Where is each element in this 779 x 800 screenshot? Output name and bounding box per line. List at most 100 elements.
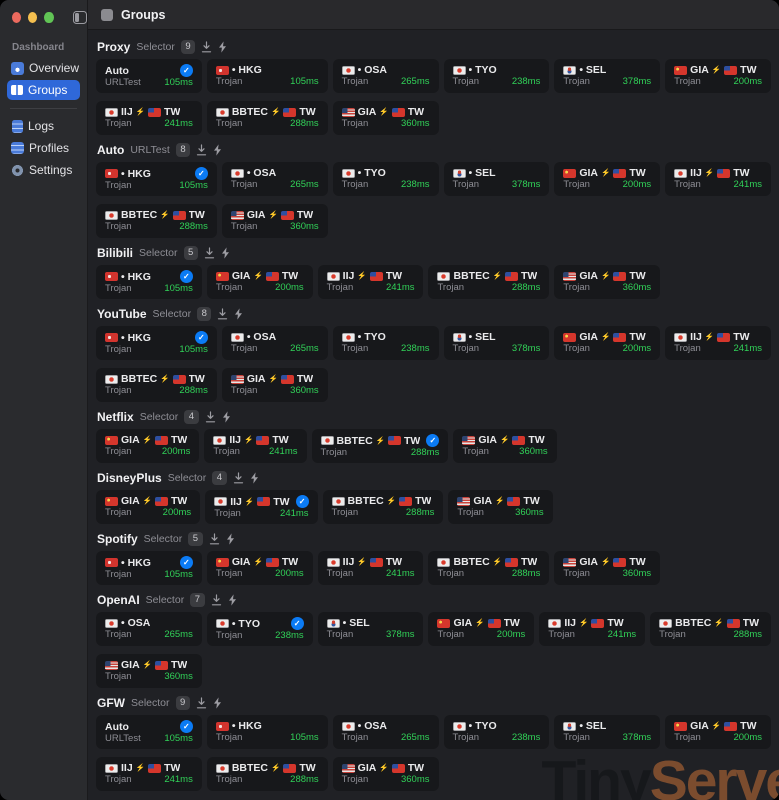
proxy-card[interactable]: • TYOTrojan238ms [333, 326, 439, 360]
proxy-card[interactable]: • HKGTrojan105ms [207, 715, 328, 749]
proxy-card[interactable]: BBTEC⚡TWTrojan288ms [207, 101, 328, 135]
sidebar-item-groups[interactable]: Groups [7, 80, 80, 100]
zoom-button[interactable] [44, 12, 53, 23]
latency-test-button[interactable] [217, 308, 228, 320]
proxy-card[interactable]: BBTEC⚡TWTrojan288ms [207, 757, 328, 791]
proxy-card[interactable]: IIJ⚡TWTrojan241ms [318, 551, 424, 585]
speed-test-button[interactable] [213, 697, 222, 709]
proxy-card[interactable]: • SELTrojan378ms [318, 612, 424, 646]
proxy-card[interactable]: IIJ⚡TWTrojan241ms [96, 757, 202, 791]
proxy-card[interactable]: GIA⚡TWTrojan360ms [222, 368, 328, 402]
speed-test-button[interactable] [218, 41, 227, 53]
proxy-card[interactable]: • TYOTrojan238ms [444, 715, 550, 749]
proxy-card[interactable]: GIA⚡TWTrojan360ms [554, 551, 660, 585]
proxy-card[interactable]: IIJ⚡TWTrojan241ms [539, 612, 645, 646]
sidebar-item-profiles[interactable]: Profiles [7, 138, 80, 158]
node-protocol: Trojan [321, 447, 348, 458]
proxy-card[interactable]: • HKGTrojan105ms [207, 59, 328, 93]
node-latency: 288ms [290, 118, 319, 129]
speed-test-button[interactable] [250, 472, 259, 484]
proxy-card[interactable]: Auto✓URLTest105ms [96, 59, 202, 93]
proxy-card[interactable]: GIA⚡TWTrojan360ms [96, 654, 202, 688]
proxy-card[interactable]: GIA⚡TWTrojan200ms [428, 612, 534, 646]
sidebar-item-logs[interactable]: Logs [7, 116, 80, 136]
speed-test-button[interactable] [213, 144, 222, 156]
proxy-card[interactable]: BBTEC⚡TWTrojan288ms [428, 551, 549, 585]
minimize-button[interactable] [28, 12, 37, 23]
proxy-card[interactable]: • HKG✓Trojan105ms [96, 265, 202, 299]
node-name: BBTEC [232, 762, 268, 774]
proxy-card[interactable]: GIA⚡TWTrojan200ms [554, 162, 660, 196]
latency-test-button[interactable] [196, 144, 207, 156]
proxy-card[interactable]: GIA⚡TWTrojan360ms [448, 490, 552, 524]
proxy-card[interactable]: • HKG✓Trojan105ms [96, 326, 217, 360]
sidebar-item-settings[interactable]: Settings [7, 160, 80, 180]
sidebar-item-overview[interactable]: Overview [7, 58, 80, 78]
proxy-card[interactable]: • OSATrojan265ms [222, 162, 328, 196]
node-protocol: Trojan [437, 282, 464, 293]
proxy-card[interactable]: IIJ⚡TW✓Trojan241ms [205, 490, 317, 524]
proxy-card[interactable]: GIA⚡TWTrojan200ms [96, 490, 200, 524]
latency-test-button[interactable] [211, 594, 222, 606]
proxy-card[interactable]: GIA⚡TWTrojan200ms [207, 551, 313, 585]
proxy-card[interactable]: GIA⚡TWTrojan360ms [222, 204, 328, 238]
proxy-card[interactable]: • OSATrojan265ms [96, 612, 202, 646]
proxy-card[interactable]: • SELTrojan378ms [444, 326, 550, 360]
proxy-card[interactable]: IIJ⚡TWTrojan241ms [665, 162, 771, 196]
speed-test-button[interactable] [221, 247, 230, 259]
proxy-card[interactable]: • SELTrojan378ms [444, 162, 550, 196]
node-latency: 288ms [179, 221, 208, 232]
proxy-card[interactable]: GIA⚡TWTrojan200ms [96, 429, 199, 463]
proxy-card[interactable]: • HKG✓Trojan105ms [96, 551, 202, 585]
proxy-card[interactable]: GIA⚡TWTrojan200ms [554, 326, 660, 360]
proxy-card[interactable]: BBTEC⚡TWTrojan288ms [96, 204, 217, 238]
close-button[interactable] [12, 12, 21, 23]
proxy-card[interactable]: GIA⚡TWTrojan200ms [207, 265, 313, 299]
proxy-card[interactable]: Auto✓URLTest105ms [96, 715, 202, 749]
proxy-card[interactable]: • TYOTrojan238ms [444, 59, 550, 93]
latency-test-button[interactable] [209, 533, 220, 545]
proxy-card[interactable]: • OSATrojan265ms [333, 715, 439, 749]
node-protocol: Trojan [342, 732, 369, 743]
proxy-card[interactable]: IIJ⚡TWTrojan241ms [204, 429, 306, 463]
latency-test-button[interactable] [196, 697, 207, 709]
proxy-card[interactable]: • TYOTrojan238ms [333, 162, 439, 196]
latency-test-button[interactable] [233, 472, 244, 484]
proxy-card[interactable]: BBTEC⚡TW✓Trojan288ms [312, 429, 449, 463]
proxy-card[interactable]: BBTEC⚡TWTrojan288ms [96, 368, 217, 402]
node-name-2: TW [297, 209, 313, 221]
proxy-card-top: IIJ⚡TW [548, 617, 636, 629]
groups-icon [11, 85, 23, 95]
proxy-card[interactable]: GIA⚡TWTrojan200ms [665, 715, 771, 749]
proxy-card[interactable]: GIA⚡TWTrojan360ms [554, 265, 660, 299]
speed-test-button[interactable] [234, 308, 243, 320]
proxy-card[interactable]: GIA⚡TWTrojan200ms [665, 59, 771, 93]
speed-test-button[interactable] [228, 594, 237, 606]
proxy-card-bottom: Trojan360ms [563, 282, 651, 293]
proxy-card[interactable]: IIJ⚡TWTrojan241ms [96, 101, 202, 135]
proxy-card[interactable]: BBTEC⚡TWTrojan288ms [428, 265, 549, 299]
speed-test-button[interactable] [226, 533, 235, 545]
latency-test-button[interactable] [201, 41, 212, 53]
proxy-card[interactable]: GIA⚡TWTrojan360ms [453, 429, 556, 463]
speed-test-button[interactable] [222, 411, 231, 423]
proxy-card[interactable]: IIJ⚡TWTrojan241ms [318, 265, 424, 299]
proxy-card[interactable]: IIJ⚡TWTrojan241ms [665, 326, 771, 360]
proxy-card[interactable]: • HKG✓Trojan105ms [96, 162, 217, 196]
proxy-card[interactable]: • OSATrojan265ms [222, 326, 328, 360]
latency-test-button[interactable] [205, 411, 216, 423]
proxy-card[interactable]: BBTEC⚡TWTrojan288ms [323, 490, 444, 524]
proxy-card[interactable]: BBTEC⚡TWTrojan288ms [650, 612, 771, 646]
jp-flag-icon [231, 333, 244, 342]
proxy-card[interactable]: GIA⚡TWTrojan360ms [333, 757, 439, 791]
proxy-card[interactable]: • OSATrojan265ms [333, 59, 439, 93]
sidebar-toggle-icon[interactable] [73, 11, 88, 24]
proxy-card[interactable]: • SELTrojan378ms [554, 715, 660, 749]
latency-test-button[interactable] [204, 247, 215, 259]
proxy-card-bottom: Trojan105ms [105, 180, 208, 191]
node-name: • HKG [232, 720, 262, 732]
sidebar: Dashboard Overview Groups Logs Profiles … [0, 0, 88, 800]
proxy-card[interactable]: GIA⚡TWTrojan360ms [333, 101, 439, 135]
proxy-card[interactable]: • TYO✓Trojan238ms [207, 612, 313, 646]
proxy-card[interactable]: • SELTrojan378ms [554, 59, 660, 93]
